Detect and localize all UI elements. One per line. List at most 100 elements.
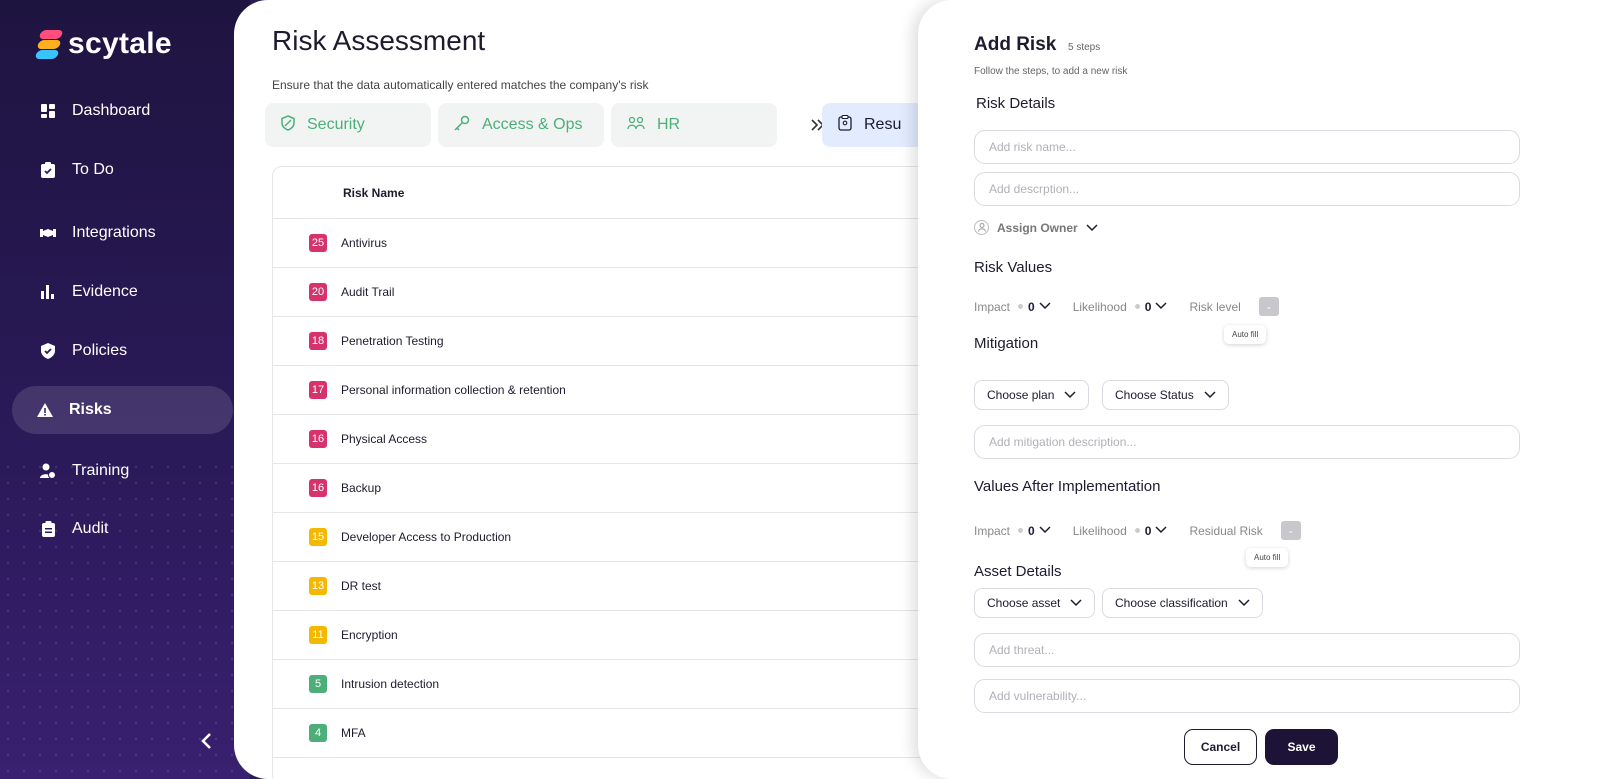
risk-score-badge: 15 (309, 528, 327, 546)
owner-avatar-icon (974, 220, 989, 235)
likelihood-value[interactable]: 0 (1145, 524, 1152, 538)
risk-name-input[interactable] (974, 130, 1520, 164)
risk-level-badge: - (1258, 297, 1279, 316)
sidebar-item-integrations[interactable]: Integrations (12, 209, 233, 257)
vulnerability-input[interactable] (974, 679, 1520, 713)
auto-fill-tooltip: Auto fill (1246, 548, 1289, 567)
category-label: HR (657, 116, 681, 133)
table-header: Risk Name (273, 167, 971, 219)
category-tab-result[interactable]: Resu (822, 103, 932, 147)
table-row[interactable]: 4 MFA (273, 709, 971, 758)
risk-name: Physical Access (341, 432, 428, 446)
risk-score-badge: 13 (309, 577, 327, 595)
save-button[interactable]: Save (1265, 729, 1338, 765)
category-tab-hr[interactable]: HR (611, 103, 777, 147)
brand-name: scytale (68, 27, 172, 60)
sidebar-item-training[interactable]: Training (12, 447, 233, 495)
report-icon (838, 114, 852, 136)
risks-table: Risk Name 25 Antivirus 20 Audit Trail 18… (272, 166, 972, 779)
sidebar-item-label: Policies (72, 342, 128, 359)
brand-logo[interactable]: scytale (34, 27, 172, 61)
residual-risk-label: Residual Risk (1189, 523, 1263, 538)
sidebar-item-audit[interactable]: Audit (12, 505, 233, 553)
impact-value[interactable]: 0 (1028, 524, 1035, 538)
chevron-down-icon (1238, 596, 1250, 610)
choose-status-dropdown[interactable]: Choose Status (1102, 380, 1229, 410)
category-label: Resu (864, 116, 902, 133)
impact-value[interactable]: 0 (1028, 300, 1035, 314)
risk-score-badge: 16 (309, 479, 327, 497)
sidebar-item-risks[interactable]: Risks (12, 386, 233, 434)
risk-description-input[interactable] (974, 172, 1520, 206)
chevron-down-icon (1070, 596, 1082, 610)
sidebar-item-label: Training (72, 462, 130, 479)
status-dot (1134, 304, 1140, 309)
table-row[interactable]: 5 Intrusion detection (273, 660, 971, 709)
section-mitigation: Mitigation (974, 335, 1039, 352)
likelihood-label: Likelihood (1072, 523, 1127, 538)
section-risk-values: Risk Values (974, 259, 1053, 276)
mitigation-description-input[interactable] (974, 425, 1520, 459)
clipboard-list-icon (40, 521, 56, 537)
risk-name: Personal information collection & retent… (341, 383, 566, 397)
user-check-icon (40, 463, 56, 479)
likelihood-value[interactable]: 0 (1145, 300, 1152, 314)
table-row[interactable]: 17 Personal information collection & ret… (273, 366, 971, 415)
table-row[interactable]: 18 Penetration Testing (273, 317, 971, 366)
table-row[interactable]: 11 Encryption (273, 611, 971, 660)
category-tab-security[interactable]: Security (265, 103, 431, 147)
assign-owner-dropdown[interactable]: Assign Owner (974, 220, 1098, 235)
risk-name: DR test (341, 579, 382, 593)
chevron-down-icon (1086, 221, 1098, 235)
risk-name: Audit Trail (341, 285, 395, 299)
table-row[interactable]: 15 Developer Access to Production (273, 513, 971, 562)
risk-score-badge: 5 (309, 675, 327, 693)
choose-classification-dropdown[interactable]: Choose classification (1102, 588, 1263, 618)
choose-plan-dropdown[interactable]: Choose plan (974, 380, 1090, 410)
table-row[interactable]: 16 Backup (273, 464, 971, 513)
section-asset-details: Asset Details (974, 563, 1062, 580)
sidebar-item-evidence[interactable]: Evidence (12, 268, 233, 316)
shield-check-icon (40, 343, 56, 359)
chevron-down-icon[interactable] (1155, 525, 1167, 537)
drawer-steps-count: 5 steps (1068, 42, 1101, 53)
risk-name: Developer Access to Production (341, 530, 512, 544)
chevron-down-icon[interactable] (1039, 301, 1051, 313)
column-header-risk-name[interactable]: Risk Name (343, 186, 404, 200)
risk-name: Intrusion detection (341, 677, 440, 691)
bar-chart-icon (40, 284, 56, 300)
risk-level-label: Risk level (1189, 299, 1241, 314)
cancel-button[interactable]: Cancel (1184, 729, 1257, 765)
collapse-sidebar-chevron-icon[interactable] (200, 732, 220, 752)
risk-name: Encryption (341, 628, 398, 642)
table-row[interactable]: 13 DR test (273, 562, 971, 611)
sidebar-item-label: Integrations (72, 224, 156, 241)
table-row[interactable]: 16 Physical Access (273, 415, 971, 464)
risk-score-badge: 18 (309, 332, 327, 350)
auto-fill-tooltip: Auto fill (1224, 325, 1267, 344)
residual-risk-badge: - (1280, 521, 1301, 540)
impact-label: Impact (974, 299, 1011, 314)
risk-values-row: Impact 0 Likelihood 0 Risk level - (974, 297, 1279, 316)
chevron-down-icon[interactable] (1039, 525, 1051, 537)
risk-name: Backup (341, 481, 382, 495)
sidebar-item-dashboard[interactable]: Dashboard (12, 87, 233, 135)
page-subtitle: Ensure that the data automatically enter… (272, 78, 649, 92)
sidebar-item-policies[interactable]: Policies (12, 327, 233, 375)
key-icon (454, 115, 470, 136)
category-tab-access-ops[interactable]: Access & Ops (438, 103, 604, 147)
impact-label: Impact (974, 523, 1011, 538)
scytale-logo-icon (34, 28, 64, 60)
risk-score-badge: 25 (309, 234, 327, 252)
choose-asset-dropdown[interactable]: Choose asset (974, 588, 1096, 618)
chevron-down-icon (1204, 388, 1216, 402)
chevron-down-icon[interactable] (1155, 301, 1167, 313)
threat-input[interactable] (974, 633, 1520, 667)
category-label: Access & Ops (482, 116, 583, 133)
sidebar-item-todo[interactable]: To Do (12, 146, 233, 194)
drawer-subtitle: Follow the steps, to add a new risk (974, 66, 1128, 77)
risk-score-badge: 4 (309, 724, 327, 742)
table-row[interactable]: 20 Audit Trail (273, 268, 971, 317)
residual-values-row: Impact 0 Likelihood 0 Residual Risk - (974, 521, 1301, 540)
table-row[interactable]: 25 Antivirus (273, 219, 971, 268)
